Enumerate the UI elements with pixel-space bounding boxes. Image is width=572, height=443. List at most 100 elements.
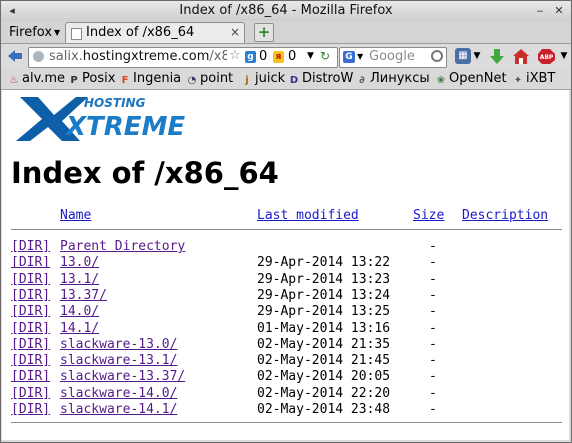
search-box[interactable]: G ▼ Google [339,47,447,68]
column-header-description[interactable]: Description [462,208,548,223]
bookmark-distrow[interactable]: D DistroW [288,71,354,87]
modified-cell: 29-Apr-2014 13:22 [257,255,391,271]
tab-strip: Firefox ▼ Index of /x86_64 × + [1,21,571,44]
dir-icon-link[interactable]: [DIR] [11,239,50,254]
addon-dropdown-icon[interactable]: ▼ [472,48,482,65]
browser-window: ◂ Index of /x86_64 - Mozilla Firefox ‒ ✕… [0,0,572,443]
back-button[interactable] [7,48,23,65]
bookmark-label: Posix [82,71,116,86]
adblock-plus-icon: ABP [538,49,555,64]
page-favicon-icon [71,28,82,40]
listing-bottom-rule [11,422,562,423]
size-cell: - [429,255,437,271]
dir-icon-link[interactable]: [DIR] [11,386,50,401]
bookmark-label: alv.me [22,71,66,86]
dir-icon-link[interactable]: [DIR] [11,337,50,352]
modified-cell: 02-May-2014 21:35 [257,336,391,352]
minimize-icon[interactable]: ‒ [533,4,547,17]
bookmark-opennet[interactable]: ❀ OpenNet [435,71,507,87]
addon-toolbar-icon[interactable]: ▦ [455,48,471,64]
dir-icon-link[interactable]: [DIR] [11,272,50,287]
svg-text:ABP: ABP [540,54,554,61]
site-identity-icon[interactable] [33,51,44,62]
modified-cell: 02-May-2014 20:05 [257,369,391,385]
title-bar: ◂ Index of /x86_64 - Mozilla Firefox ‒ ✕ [1,1,571,22]
dir-icon-link[interactable]: [DIR] [11,255,50,270]
directory-link[interactable]: slackware-13.1/ [60,353,177,368]
adblock-dropdown-icon[interactable]: ▼ [559,48,569,65]
juick-icon: j [245,75,249,86]
f-icon: F [121,75,129,86]
bookmark-label: iXBT [526,71,556,86]
window-title: Index of /x86_64 - Mozilla Firefox [179,3,393,18]
directory-link[interactable]: slackware-14.1/ [60,402,177,417]
bookmark-star-icon[interactable]: ☆ [229,48,241,63]
close-window-icon[interactable]: ✕ [552,4,566,17]
linux-icon: ∂ [359,75,365,86]
fire-icon: ♨ [9,75,19,86]
size-cell: - [429,271,437,287]
size-cell: - [429,239,437,254]
google-rank-count: 0 [259,49,268,64]
size-cell: - [429,304,437,320]
modified-cell: 02-May-2014 21:45 [257,353,391,369]
dir-icon-link[interactable]: [DIR] [11,304,50,319]
size-cell: - [429,353,437,369]
directory-link[interactable]: slackware-13.37/ [60,369,185,384]
bookmark-ixbt[interactable]: ✦ iXBT [512,71,556,87]
dir-icon-link[interactable]: [DIR] [11,369,50,384]
bookmark-posix[interactable]: P Posix [68,71,115,87]
dir-icon-link[interactable]: [DIR] [11,321,50,336]
search-engine-icon[interactable]: G [343,51,355,63]
bookmark-label: Линуксы [370,71,430,86]
home-button[interactable] [512,48,530,65]
search-icon[interactable] [431,50,443,62]
column-header-last-modified[interactable]: Last modified [257,208,359,223]
bookmark-линуксы[interactable]: ∂ Линуксы [356,71,430,87]
tab-index-x86-64[interactable]: Index of /x86_64 × [65,22,245,43]
directory-link[interactable]: 14.1/ [60,321,99,336]
reload-icon[interactable]: ↻ [320,49,330,63]
new-tab-button[interactable]: + [254,23,274,42]
modified-cell: 29-Apr-2014 13:25 [257,304,391,320]
engine-dropdown-icon[interactable]: ▼ [357,52,363,61]
directory-link[interactable]: 13.37/ [60,288,107,303]
downloads-button[interactable] [489,48,505,65]
history-dropdown-icon[interactable]: ▼ [307,51,314,61]
url-domain: hostingxtreme.com [82,49,210,64]
directory-link[interactable]: slackware-13.0/ [60,337,177,352]
bookmark-label: point [200,71,234,86]
modified-cell: 01-May-2014 13:16 [257,320,391,336]
search-input[interactable]: Google [369,49,415,64]
size-cell: - [429,369,437,385]
url-bar[interactable]: salix.hostingxtreme.com/x8 ☆ g 0 я 0 ▼ ↻ [28,47,338,68]
page-content: HOSTING XTREME Index of /x86_64 Name Las… [2,90,569,440]
back-arrow-icon [8,50,22,62]
dir-icon-link[interactable]: [DIR] [11,353,50,368]
bookmark-point[interactable]: ◔ point [186,71,234,87]
modified-cell: 29-Apr-2014 13:24 [257,287,391,303]
modified-cell: 02-May-2014 23:48 [257,402,391,417]
size-cell: - [429,385,437,401]
firefox-menu-button[interactable]: Firefox ▼ [4,23,65,42]
adblock-button[interactable]: ABP [537,48,557,65]
bookmark-label: juick [255,71,286,86]
tab-close-icon[interactable]: × [230,25,240,39]
navigation-toolbar: salix.hostingxtreme.com/x8 ☆ g 0 я 0 ▼ ↻… [1,44,571,70]
google-pr-icon: g [245,51,256,63]
column-header-name[interactable]: Name [60,208,91,223]
bookmark-juick[interactable]: j juick [241,71,285,87]
directory-link[interactable]: 13.0/ [60,255,99,270]
size-cell: - [429,287,437,303]
directory-link[interactable]: Parent Directory [60,239,185,254]
directory-link[interactable]: 14.0/ [60,304,99,319]
directory-link[interactable]: 13.1/ [60,272,99,287]
column-header-size[interactable]: Size [413,208,444,223]
bookmark-label: DistroW [302,71,354,86]
dir-icon-link[interactable]: [DIR] [11,402,50,417]
bookmark-ingenia[interactable]: F Ingenia [119,71,182,87]
dir-icon-link[interactable]: [DIR] [11,288,50,303]
directory-link[interactable]: slackware-14.0/ [60,386,177,401]
url-text[interactable]: salix.hostingxtreme.com/x8 [49,49,227,64]
bookmark-alv-me[interactable]: ♨ alv.me [8,71,66,87]
